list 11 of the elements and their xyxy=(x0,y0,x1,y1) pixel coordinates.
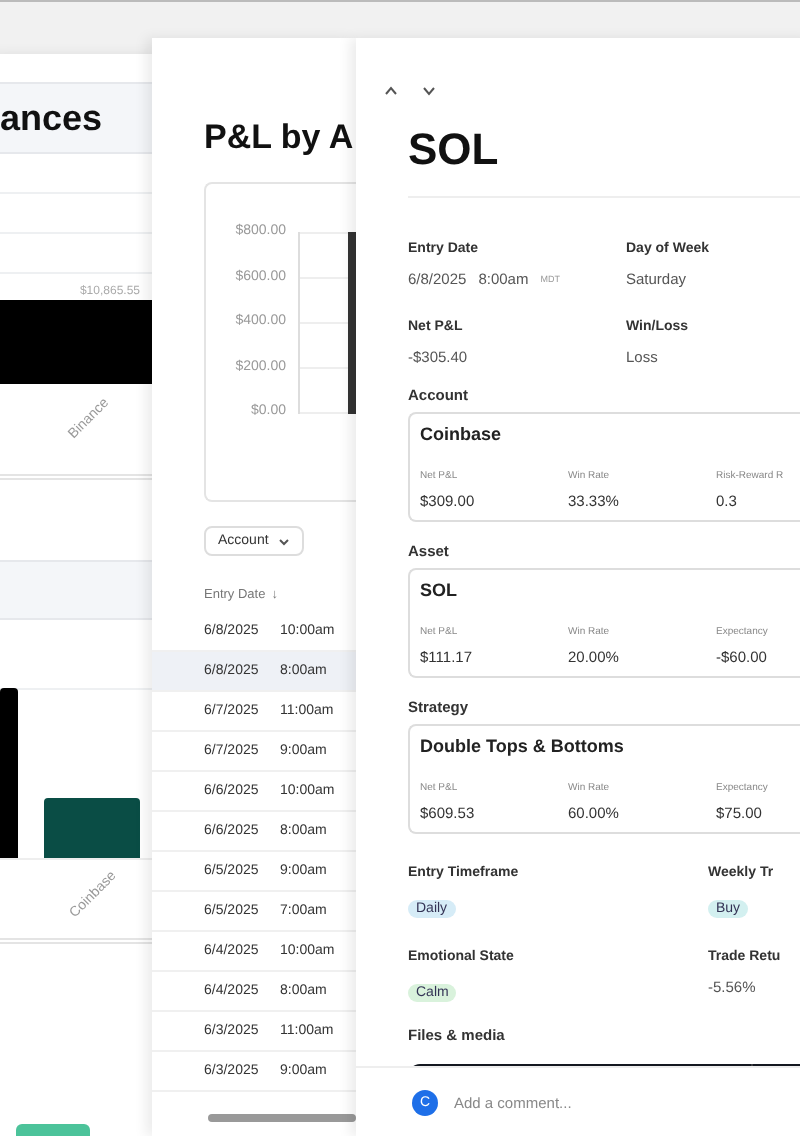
panel-title: P&L by A xyxy=(204,118,356,158)
chevron-up-icon[interactable] xyxy=(384,86,398,96)
card-title: Double Tops & Bottoms xyxy=(420,736,626,756)
trade-title: SOL xyxy=(408,124,800,198)
chevron-down-icon[interactable] xyxy=(422,86,436,96)
tag-chip xyxy=(16,1124,90,1136)
balance-bar xyxy=(44,798,140,858)
chevron-down-icon xyxy=(278,537,291,545)
card-title: Coinbase xyxy=(420,424,504,444)
card-title: SOL xyxy=(420,580,460,600)
panel-title: ances xyxy=(0,97,103,139)
